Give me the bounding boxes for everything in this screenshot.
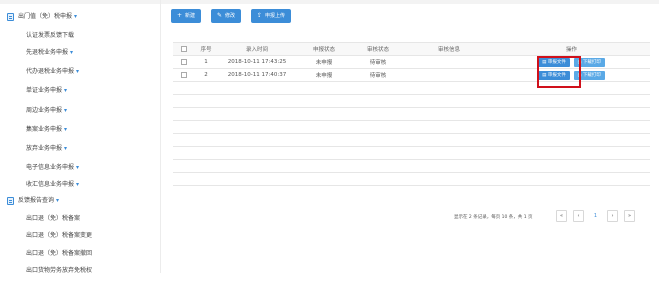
upload-button[interactable]: ⇪ 申报上传	[251, 9, 292, 23]
column-header: 申报状态	[297, 42, 351, 56]
download-print-label: 下载打印	[582, 72, 601, 78]
row-checkbox[interactable]	[181, 71, 187, 78]
document-icon	[7, 13, 14, 21]
chevron-down-icon: ▾	[64, 87, 68, 94]
column-header: 审核信息	[405, 42, 493, 56]
add-button-label: 新建	[185, 13, 196, 19]
chevron-down-icon: ▾	[64, 145, 68, 152]
pager-last-button[interactable]: »	[624, 210, 635, 222]
sidebar-item-label: 代办退税业务申报	[26, 68, 75, 75]
sidebar-item-label: 集案业务申报	[26, 126, 63, 133]
sidebar-item-voucher[interactable]: 单证业务申报 ▾	[0, 80, 160, 102]
document-icon	[7, 197, 14, 205]
sidebar-item-waive-exemption[interactable]: 出口货物劳务放弃免税权	[0, 260, 160, 282]
row-checkbox[interactable]	[181, 58, 187, 65]
row-time: 2018-10-11 17:40:37	[217, 68, 297, 82]
empty-row	[173, 172, 650, 186]
pager-first-button[interactable]: «	[556, 210, 567, 222]
row-declare-status: 未申报	[297, 68, 351, 82]
chevron-down-icon: ▾	[64, 126, 68, 133]
pager-next-button[interactable]: ›	[607, 210, 618, 222]
pager-prev-button[interactable]: ‹	[573, 210, 584, 222]
select-all-header[interactable]	[173, 42, 195, 56]
sidebar-item-label: 收汇信息业务申报	[26, 181, 75, 188]
upload-button-label: 申报上传	[265, 13, 286, 19]
pager-current-page[interactable]: 1	[590, 210, 601, 222]
sidebar-item-label: 单证业务申报	[26, 87, 63, 94]
empty-row	[173, 146, 650, 160]
main-panel: + 新建 ✎ 修改 ⇪ 申报上传 序号 录入时间 申报状态 审核状态 审核信息 操作 …	[161, 0, 659, 273]
edit-icon: ✎	[217, 12, 223, 19]
sidebar-item-label: 电子信息业务申报	[26, 164, 75, 171]
empty-row	[173, 107, 650, 121]
empty-row	[173, 94, 650, 108]
sidebar-item-label: 先退税业务申报	[26, 49, 69, 56]
row-number: 2	[195, 68, 217, 82]
edit-button-label: 修改	[225, 13, 236, 19]
add-button[interactable]: + 新建	[171, 9, 202, 23]
column-header: 序号	[195, 42, 217, 56]
column-header: 录入时间	[217, 42, 297, 56]
empty-row	[173, 120, 650, 134]
chevron-down-icon: ▾	[56, 197, 60, 204]
chevron-down-icon: ▾	[76, 164, 80, 171]
sidebar: 出门值（免）税申报 ▾ 认证发票反馈下载 先退税业务申报 ▾ 代办退税业务申报 ▾ 单…	[0, 4, 160, 274]
chevron-down-icon: ▾	[70, 49, 74, 56]
row-audit-status: 待审核	[351, 55, 405, 69]
sidebar-item-label: 出门值（免）税申报	[18, 13, 73, 20]
upload-icon: ⇪	[257, 12, 263, 19]
row-declare-status: 未申报	[297, 55, 351, 69]
pager-info: 显示在 2 条记录，每页 10 条，共 1 页	[454, 215, 533, 220]
column-header: 审核状态	[351, 42, 405, 56]
highlight-annotation-box	[537, 56, 581, 88]
column-header: 操作	[493, 42, 650, 56]
chevron-down-icon: ▾	[76, 181, 80, 188]
row-audit-info	[405, 68, 493, 82]
edit-button[interactable]: ✎ 修改	[211, 9, 242, 23]
chevron-down-icon: ▾	[64, 107, 68, 114]
chevron-down-icon: ▾	[74, 13, 78, 20]
row-audit-status: 待审核	[351, 68, 405, 82]
sidebar-item-label: 周边业务申报	[26, 107, 63, 114]
plus-icon: +	[177, 12, 183, 19]
chevron-down-icon: ▾	[76, 68, 80, 75]
table-header-row: 序号 录入时间 申报状态 审核状态 审核信息 操作	[173, 42, 650, 56]
sidebar-item-label: 放弃业务申报	[26, 145, 63, 152]
select-all-checkbox[interactable]	[181, 45, 187, 52]
empty-row	[173, 159, 650, 173]
empty-row	[173, 133, 650, 147]
row-time: 2018-10-11 17:43:25	[217, 55, 297, 69]
sidebar-item-label: 反馈报告查询	[18, 197, 55, 204]
sidebar-item-label: 出口货物劳务放弃免税权	[26, 267, 93, 274]
row-audit-info	[405, 55, 493, 69]
row-number: 1	[195, 55, 217, 69]
download-print-label: 下载打印	[582, 59, 601, 65]
